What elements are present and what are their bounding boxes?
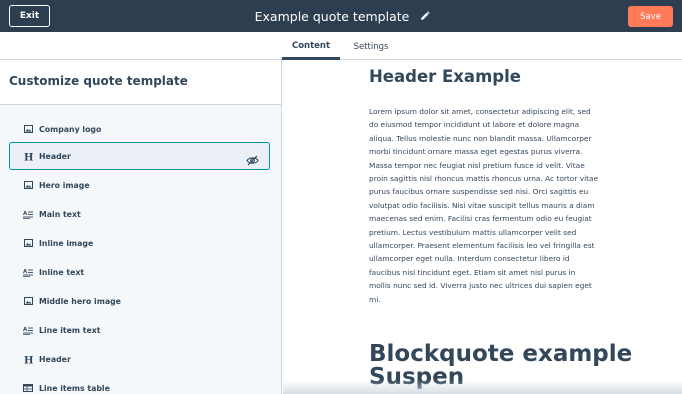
sidebar-item-label: Header [39, 354, 71, 364]
template-title: Example quote template [254, 8, 410, 24]
table-icon [23, 383, 33, 393]
sidebar-item-line-items-table[interactable]: Line items table [9, 374, 270, 394]
text-icon: A [23, 325, 33, 335]
sidebar: Customize quote template Company logo H … [0, 60, 282, 394]
quote-preview: Header Example Lorem ipsum dolor sit ame… [283, 60, 682, 394]
top-bar: Exit Example quote template Save [0, 0, 682, 32]
image-icon [23, 238, 33, 248]
sidebar-item-header[interactable]: H Header [9, 142, 270, 170]
sidebar-item-middle-hero-image[interactable]: Middle hero image [9, 287, 270, 315]
svg-text:H: H [24, 355, 33, 364]
svg-text:A: A [23, 269, 28, 275]
save-button[interactable]: Save [628, 6, 673, 27]
sidebar-item-label: Middle hero image [39, 296, 121, 306]
sidebar-item-header-2[interactable]: H Header [9, 345, 270, 373]
sidebar-item-label: Hero image [39, 180, 90, 190]
preview-main-text[interactable]: Lorem ipsum dolor sit amet, consectetur … [369, 105, 599, 306]
text-icon: A [23, 209, 33, 219]
image-icon [23, 180, 33, 190]
eye-slash-icon[interactable] [246, 151, 259, 166]
sidebar-item-label: Main text [39, 209, 81, 219]
text-icon: A [23, 267, 33, 277]
sidebar-item-label: Inline text [39, 267, 85, 277]
sidebar-item-line-item-text[interactable]: A Line item text [9, 316, 270, 344]
sidebar-item-label: Inline image [39, 238, 94, 248]
sidebar-item-company-logo[interactable]: Company logo [9, 115, 270, 143]
tab-bar: Content Settings [0, 32, 682, 60]
svg-text:A: A [23, 211, 28, 217]
sidebar-item-hero-image[interactable]: Hero image [9, 171, 270, 199]
tab-content[interactable]: Content [282, 32, 340, 60]
preview-bottom-fade [283, 380, 682, 394]
tab-settings[interactable]: Settings [346, 32, 396, 60]
sidebar-item-main-text[interactable]: A Main text [9, 200, 270, 228]
sidebar-header: Customize quote template [0, 60, 281, 105]
sidebar-item-label: Line items table [39, 383, 110, 393]
svg-text:A: A [23, 327, 28, 333]
sidebar-item-label: Company logo [39, 124, 102, 134]
preview-header[interactable]: Header Example [369, 67, 521, 86]
image-icon [23, 124, 33, 134]
svg-text:H: H [24, 152, 33, 161]
pencil-icon[interactable] [419, 10, 431, 22]
image-icon [23, 296, 33, 306]
sidebar-title: Customize quote template [9, 74, 188, 88]
heading-icon: H [23, 151, 33, 161]
sidebar-item-label: Line item text [39, 325, 101, 335]
heading-icon: H [23, 354, 33, 364]
title-area: Example quote template [0, 0, 682, 32]
sidebar-item-label: Header [39, 151, 71, 161]
sidebar-item-inline-image[interactable]: Inline image [9, 229, 270, 257]
sidebar-item-inline-text[interactable]: A Inline text [9, 258, 270, 286]
